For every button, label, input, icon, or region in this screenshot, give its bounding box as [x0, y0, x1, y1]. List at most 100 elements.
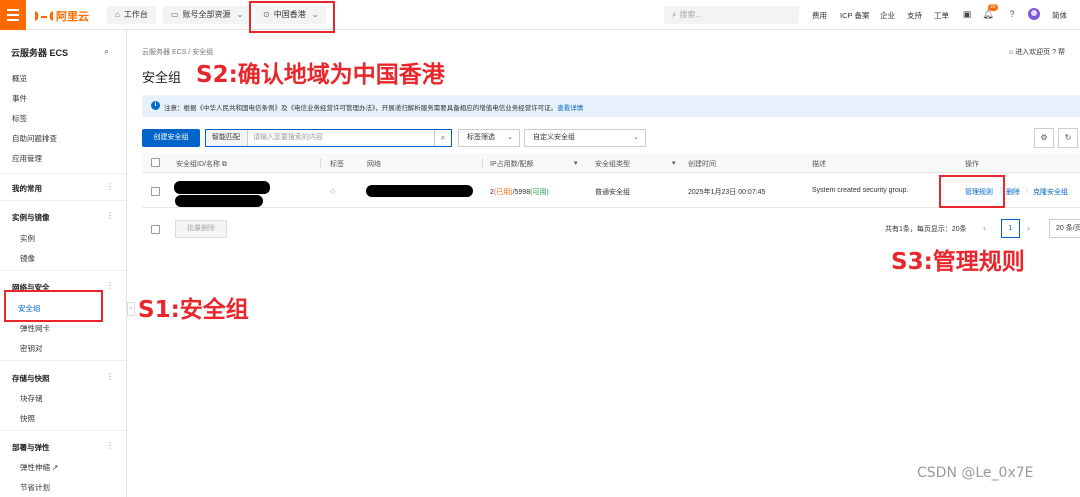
column-header-ip-quota: IP占用数/配额	[490, 161, 534, 168]
next-page-icon[interactable]: ›	[1027, 223, 1030, 233]
more-icon[interactable]: ⋮	[106, 182, 114, 191]
sidebar-title: 云服务器 ECS	[11, 48, 69, 58]
settings-gear-icon[interactable]: ⚙	[1034, 128, 1054, 148]
notice-details-link[interactable]: 查看详情	[557, 105, 583, 112]
annotation-s2: S2:确认地域为中国香港	[196, 62, 445, 88]
sidebar-item-troubleshoot[interactable]: 自助问题排查	[12, 133, 57, 144]
account-resources-dropdown[interactable]: ▭ 账号全部资源 ⌄	[163, 6, 252, 24]
sidebar-item-block-storage[interactable]: 块存储	[20, 393, 43, 404]
table-header: 安全组ID/名称 ⧉ 标签 网络 IP占用数/配额 ▾ 安全组类型 ▾ 创建时间…	[142, 153, 1080, 173]
redacted-network	[366, 185, 473, 197]
column-header-tags: 标签	[330, 161, 344, 168]
sidebar-item-overview[interactable]: 概览	[12, 73, 27, 84]
chevron-down-icon: ⌄	[236, 10, 244, 19]
search-filter: 智能匹配 请输入您要搜索的内容 ⌕	[205, 129, 452, 147]
sidebar-group-favorites[interactable]: 我的常用	[12, 183, 42, 194]
column-header-type: 安全组类型	[595, 161, 630, 168]
annotation-s3: S3:管理规则	[891, 249, 1025, 275]
sidebar-group-deploy[interactable]: 部署与弹性	[12, 442, 50, 453]
column-header-created: 创建时间	[688, 161, 716, 168]
tag-filter-dropdown[interactable]: 标签筛选 ⌄	[458, 129, 520, 147]
clone-security-group-link[interactable]: 克隆安全组	[1033, 187, 1068, 197]
welcome-page-link[interactable]: 进入欢迎页	[1015, 49, 1050, 56]
security-group-type: 普通安全组	[595, 189, 630, 196]
sidebar-item-autoscaling[interactable]: 弹性伸缩 ↗	[20, 462, 58, 473]
more-icon[interactable]: ⋮	[106, 441, 114, 450]
sidebar-item-snapshots[interactable]: 快照	[20, 413, 35, 424]
divider	[0, 270, 126, 271]
sidebar-item-apps[interactable]: 应用管理	[12, 153, 42, 164]
help-link[interactable]: 帮	[1058, 49, 1065, 56]
sidebar-item-images[interactable]: 镜像	[20, 253, 35, 264]
sidebar-item-tags[interactable]: 标签	[12, 113, 27, 124]
annotation-s1: S1:安全组	[138, 297, 249, 323]
top-link-ticket[interactable]: 工单	[934, 10, 949, 21]
breadcrumb-item-ecs[interactable]: 云服务器 ECS	[142, 49, 186, 56]
column-header-actions: 操作	[965, 161, 979, 168]
more-icon[interactable]: ⋮	[106, 372, 114, 381]
top-link-billing[interactable]: 费用	[812, 10, 827, 21]
info-icon: i	[151, 101, 160, 110]
search-icon[interactable]: ⌕	[104, 46, 109, 57]
column-separator	[482, 158, 483, 168]
sidebar-item-instances[interactable]: 实例	[20, 233, 35, 244]
welcome-icon: ⌂	[1009, 49, 1014, 56]
copy-icon[interactable]: ⧉	[222, 161, 227, 168]
sidebar-group-storage[interactable]: 存储与快照	[12, 373, 50, 384]
filter-icon[interactable]: ▾	[574, 159, 578, 167]
footer-select-all-checkbox[interactable]	[151, 225, 160, 234]
help-icon[interactable]: ?	[1006, 8, 1018, 20]
column-header-network: 网络	[367, 161, 381, 168]
collapse-sidebar-handle[interactable]: ‹	[127, 302, 135, 316]
top-nav-bar: 阿里云 ⌂ 工作台 ▭ 账号全部资源 ⌄ ⊙ 中国香港 ⌄ ⌕ 搜索... 费用 ICP 备…	[0, 0, 1080, 30]
bulk-delete-button[interactable]: 批量删除	[175, 220, 227, 238]
top-link-support[interactable]: 支持	[907, 10, 922, 21]
language-switch[interactable]: 简体	[1052, 10, 1067, 21]
sidebar-item-keypair[interactable]: 密钥对	[20, 343, 43, 354]
sidebar-item-events[interactable]: 事件	[12, 93, 27, 104]
create-security-group-button[interactable]: 创建安全组	[142, 129, 200, 147]
header-links: ⌂ 进入欢迎页 ? 帮	[1009, 47, 1065, 57]
filter-mode-select[interactable]: 智能匹配	[206, 130, 248, 146]
avatar[interactable]	[1028, 8, 1040, 20]
sidebar-item-savings-plan[interactable]: 节省计划	[20, 482, 50, 493]
top-link-enterprise[interactable]: 企业	[880, 10, 895, 21]
pagination-summary: 共有1条，每页显示：20条	[885, 226, 967, 233]
global-search-input[interactable]: ⌕ 搜索...	[664, 6, 799, 24]
more-icon[interactable]: ⋮	[106, 281, 114, 290]
redacted-name	[175, 195, 263, 207]
notice-text: 注意：根据《中华人民共和国电信条例》及《电信业务经营许可管理办法》，开展递归解析…	[164, 105, 558, 112]
filter-icon[interactable]: ▾	[672, 159, 676, 167]
menu-icon[interactable]	[0, 0, 26, 30]
sidebar-item-eni[interactable]: 弹性网卡	[20, 323, 50, 334]
home-icon: ⌂	[115, 10, 120, 19]
column-separator	[320, 158, 321, 168]
watermark: CSDN @Le_0x7E	[917, 465, 1034, 481]
aliyun-logo[interactable]: 阿里云	[35, 8, 89, 24]
folder-icon: ▭	[171, 10, 179, 19]
page-size-select[interactable]: 20 条/页	[1049, 219, 1080, 238]
search-icon[interactable]: ⌕	[434, 130, 451, 146]
ip-usage: 2(已用)/5998(可用)	[490, 189, 549, 196]
select-all-checkbox[interactable]	[151, 158, 160, 167]
more-icon[interactable]: ⋮	[106, 211, 114, 220]
row-checkbox[interactable]	[151, 187, 160, 196]
workbench-button[interactable]: ⌂ 工作台	[107, 6, 156, 24]
custom-group-dropdown[interactable]: 自定义安全组 ⌄	[524, 129, 646, 147]
prev-page-icon[interactable]: ‹	[983, 223, 986, 233]
top-link-icp[interactable]: ICP 备案	[840, 10, 869, 21]
redacted-id	[174, 181, 270, 194]
divider	[0, 360, 126, 361]
help-icon: ?	[1052, 49, 1057, 56]
sidebar-group-instances[interactable]: 实例与镜像	[12, 212, 50, 223]
description: System created security group.	[812, 187, 909, 194]
current-page-button[interactable]: 1	[1001, 219, 1020, 238]
delete-link[interactable]: 删除	[1006, 187, 1020, 197]
action-separator: |	[1026, 187, 1028, 194]
notification-badge: 20	[988, 4, 998, 11]
refresh-icon[interactable]: ↻	[1058, 128, 1078, 148]
search-input[interactable]: 请输入您要搜索的内容	[253, 130, 433, 146]
tag-icon[interactable]: ◇	[330, 187, 335, 195]
screen-icon[interactable]: ▣	[961, 8, 973, 20]
search-icon: ⌕	[672, 10, 677, 19]
